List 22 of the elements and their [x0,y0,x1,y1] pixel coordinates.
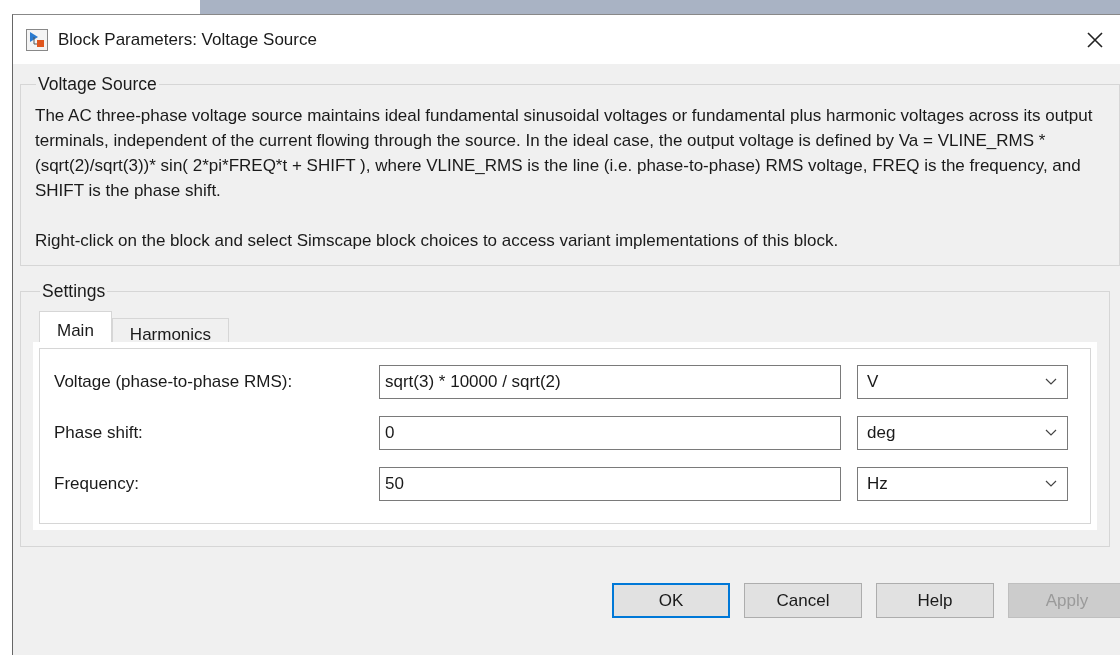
chevron-down-icon [1045,480,1057,488]
description-text: The AC three-phase voltage source maintains ideal fundamental sinusoidal voltages or fundamental plus harmonic voltages across its output terminals, independent of the current flowing through the source. In the ideal case, the output voltage is defined by Va = VLINE_RMS * (sqrt(2)/sqrt(3))* sin( 2*pi*FREQ*t + SHIFT ), where VLINE_RMS is the line (i.e. phase-to-phase) RMS voltage, FREQ is the frequency, and SHIFT is the phase shift. [35,105,1094,202]
unit-dropdown[interactable]: Hz [857,467,1068,501]
close-icon[interactable] [1086,30,1104,49]
chevron-down-icon [1045,378,1057,386]
unit-dropdown[interactable]: V [857,365,1068,399]
value-field[interactable]: 0 [379,416,841,450]
window-title: Block Parameters: Voltage Source [58,29,317,50]
description-text: Right-click on the block and select Simscape block choices to access variant implementations of this block. [35,230,840,252]
group-title: Settings [41,281,107,302]
group-title: Voltage Source [37,74,158,95]
chevron-down-icon [1045,429,1057,437]
dialog-button[interactable]: Cancel [744,583,862,618]
dialog-button[interactable]: Help [876,583,994,618]
parameter-label: Voltage (phase-to-phase RMS): [54,372,294,392]
value-field[interactable]: 50 [379,467,841,501]
value-field[interactable]: sqrt(3) * 10000 / sqrt(2) [379,365,841,399]
block-icon [26,28,48,51]
parameter-label: Phase shift: [54,423,144,443]
parameter-label: Frequency: [54,474,141,494]
dialog-button[interactable]: OK [612,583,730,618]
unit-dropdown[interactable]: deg [857,416,1068,450]
